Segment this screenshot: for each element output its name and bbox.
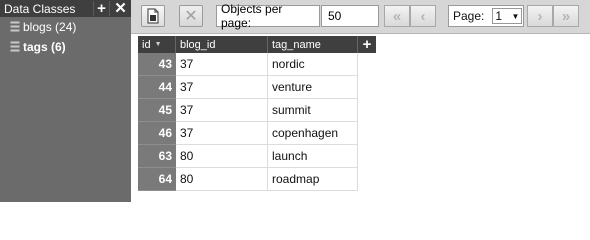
class-item-label: tags (6) bbox=[23, 40, 66, 54]
blog-id-cell[interactable]: 37 bbox=[176, 122, 268, 145]
next-page-button[interactable]: › bbox=[527, 5, 553, 27]
blog-id-cell[interactable]: 80 bbox=[176, 145, 268, 168]
sort-down-icon: ▼ bbox=[154, 41, 162, 48]
double-right-chevron-icon: » bbox=[561, 7, 571, 25]
tag-name-cell[interactable]: summit bbox=[268, 99, 358, 122]
column-header-label: tag_name bbox=[272, 38, 321, 51]
grid-header: id ▼ blog_id tag_name + bbox=[138, 36, 376, 53]
column-header-id[interactable]: id ▼ bbox=[138, 36, 176, 53]
double-left-chevron-icon: « bbox=[392, 7, 402, 25]
add-column-icon[interactable]: + bbox=[358, 36, 376, 53]
objects-per-page-input[interactable] bbox=[321, 5, 379, 27]
database-icon bbox=[10, 41, 20, 53]
left-chevron-icon: ‹ bbox=[420, 7, 426, 25]
column-header-label: id bbox=[142, 38, 151, 51]
class-item-blogs[interactable]: blogs (24) bbox=[0, 17, 131, 37]
page-label: Page: bbox=[453, 9, 485, 23]
blog-id-cell[interactable]: 80 bbox=[176, 168, 268, 191]
first-page-button[interactable]: « bbox=[384, 5, 410, 27]
column-header-label: blog_id bbox=[180, 38, 216, 51]
table-row[interactable]: 46 37 copenhagen bbox=[138, 122, 376, 145]
column-header-tag-name[interactable]: tag_name bbox=[268, 36, 358, 53]
new-object-button[interactable] bbox=[141, 5, 165, 27]
database-icon bbox=[10, 21, 20, 33]
delete-object-button[interactable]: ✕ bbox=[179, 5, 203, 27]
delete-x-icon: ✕ bbox=[184, 8, 198, 25]
add-class-icon[interactable]: + bbox=[93, 1, 110, 16]
tag-name-cell[interactable]: copenhagen bbox=[268, 122, 358, 145]
blog-id-cell[interactable]: 37 bbox=[176, 99, 268, 122]
new-document-icon bbox=[147, 8, 159, 24]
page-selector-box: Page: 1 ▼ bbox=[448, 5, 524, 27]
sidebar-title: Data Classes bbox=[4, 1, 76, 16]
tag-name-cell[interactable]: venture bbox=[268, 76, 358, 99]
forward-nav-group: › » bbox=[527, 5, 579, 27]
page-select-value: 1 bbox=[495, 9, 503, 23]
class-item-tags[interactable]: tags (6) bbox=[0, 37, 131, 57]
row-id-cell: 64 bbox=[138, 168, 176, 191]
tag-name-cell[interactable]: nordic bbox=[268, 53, 358, 76]
row-id-cell: 44 bbox=[138, 76, 176, 99]
back-nav-group: « ‹ bbox=[384, 5, 436, 27]
right-chevron-icon: › bbox=[537, 7, 543, 25]
table-row[interactable]: 64 80 roadmap bbox=[138, 168, 376, 191]
close-icon[interactable]: ✕ bbox=[112, 1, 129, 16]
last-page-button[interactable]: » bbox=[553, 5, 579, 27]
toolbar: ✕ Objects per page: « ‹ Page: 1 ▼ › » bbox=[131, 0, 590, 34]
row-id-cell: 43 bbox=[138, 53, 176, 76]
sidebar-header: Data Classes + ✕ bbox=[0, 0, 131, 17]
blog-id-cell[interactable]: 37 bbox=[176, 76, 268, 99]
objects-grid: id ▼ blog_id tag_name + 43 37 nordic 44 … bbox=[138, 36, 376, 191]
objects-per-page-label-box: Objects per page: bbox=[216, 2, 320, 30]
column-header-blog-id[interactable]: blog_id bbox=[176, 36, 268, 53]
row-id-cell: 46 bbox=[138, 122, 176, 145]
data-classes-sidebar: Data Classes + ✕ blogs (24) tags (6) bbox=[0, 0, 131, 202]
tag-name-cell[interactable]: launch bbox=[268, 145, 358, 168]
table-row[interactable]: 43 37 nordic bbox=[138, 53, 376, 76]
class-item-label: blogs (24) bbox=[23, 20, 77, 34]
row-id-cell: 63 bbox=[138, 145, 176, 168]
table-row[interactable]: 45 37 summit bbox=[138, 99, 376, 122]
chevron-down-icon: ▼ bbox=[511, 11, 520, 21]
table-row[interactable]: 44 37 venture bbox=[138, 76, 376, 99]
table-row[interactable]: 63 80 launch bbox=[138, 145, 376, 168]
tag-name-cell[interactable]: roadmap bbox=[268, 168, 358, 191]
page-select[interactable]: 1 ▼ bbox=[492, 8, 523, 24]
objects-per-page-label: Objects per page: bbox=[221, 2, 283, 30]
row-id-cell: 45 bbox=[138, 99, 176, 122]
blog-id-cell[interactable]: 37 bbox=[176, 53, 268, 76]
previous-page-button[interactable]: ‹ bbox=[410, 5, 436, 27]
